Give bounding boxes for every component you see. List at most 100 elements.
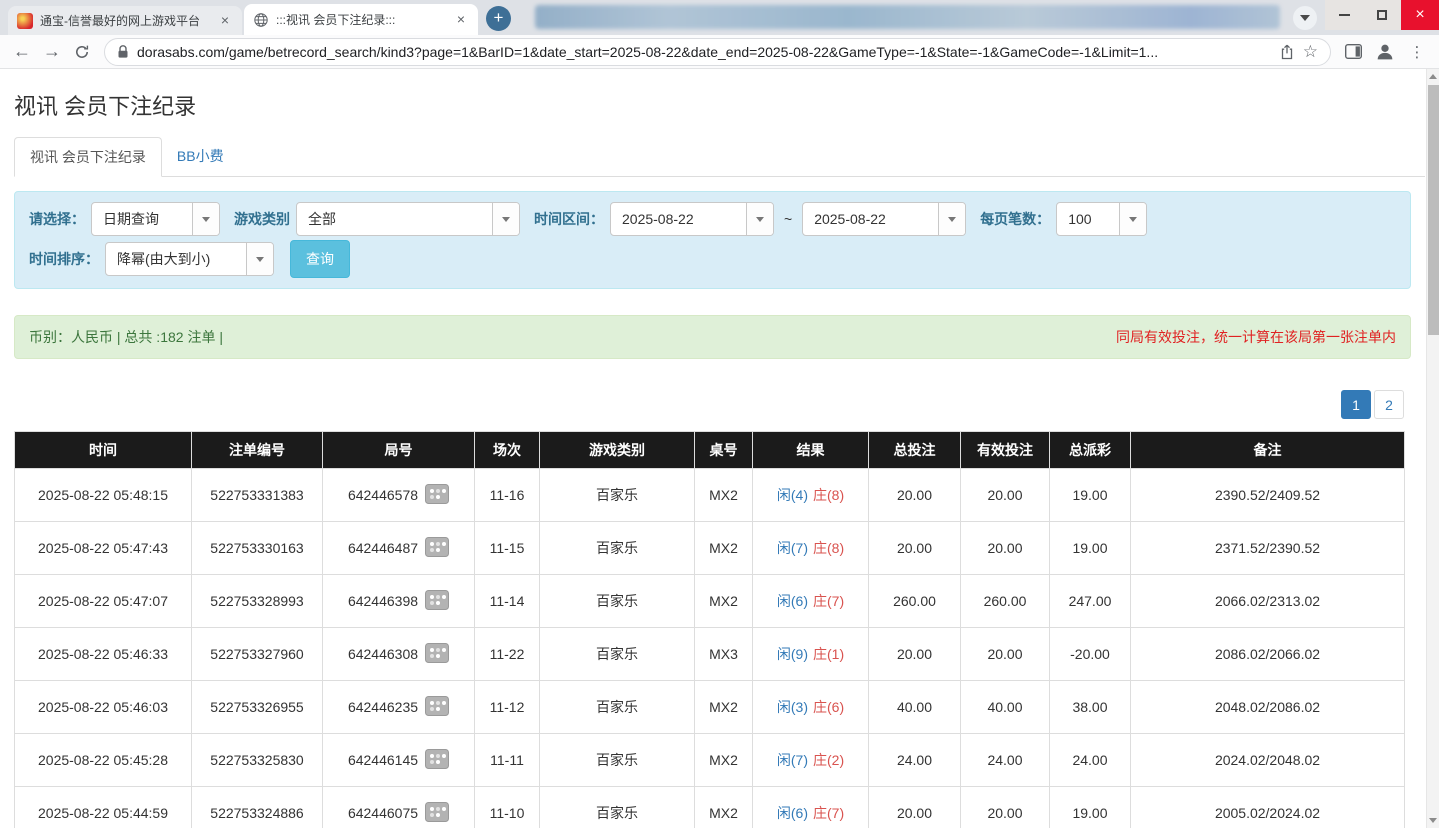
cell-table-no: MX3 — [695, 628, 753, 681]
pagination: 1 2 — [14, 390, 1404, 419]
cell-time: 2025-08-22 05:46:33 — [15, 628, 192, 681]
cell-table-no: MX2 — [695, 522, 753, 575]
browser-tab-1[interactable]: 通宝-信誉最好的网上游戏平台 × — [8, 6, 242, 35]
roadmap-icon[interactable] — [425, 749, 449, 772]
cell-bet-no: 522753327960 — [192, 628, 323, 681]
cell-table-no: MX2 — [695, 787, 753, 828]
tab-bet-records[interactable]: 视讯 会员下注纪录 — [14, 137, 162, 177]
scroll-up-arrow-icon[interactable] — [1427, 69, 1439, 84]
page-size-label: 每页笔数： — [980, 209, 1050, 229]
tab-search-chevron-button[interactable] — [1293, 6, 1317, 30]
roadmap-icon[interactable] — [425, 802, 449, 825]
header-valid-bet: 有效投注 — [961, 432, 1050, 469]
sort-order-dropdown[interactable]: 降幂(由大到小) — [105, 242, 274, 276]
roadmap-icon[interactable] — [425, 590, 449, 613]
date-end-picker[interactable]: 2025-08-22 — [802, 202, 966, 236]
page-title: 视讯 会员下注纪录 — [14, 89, 1439, 121]
roadmap-icon[interactable] — [425, 696, 449, 719]
cell-game-type: 百家乐 — [540, 681, 695, 734]
avatar-icon — [1374, 41, 1396, 63]
forward-button[interactable]: → — [38, 38, 66, 66]
roadmap-icon[interactable] — [425, 484, 449, 507]
cell-total-bet-link[interactable]: 20.00 — [869, 628, 961, 681]
date-start-picker[interactable]: 2025-08-22 — [610, 202, 774, 236]
share-icon — [1279, 44, 1295, 60]
header-payout: 总派彩 — [1050, 432, 1131, 469]
page-button-1[interactable]: 1 — [1341, 390, 1371, 419]
dropdown-toggle[interactable] — [1119, 203, 1146, 235]
cell-valid-bet: 24.00 — [961, 734, 1050, 787]
roadmap-icon[interactable] — [425, 537, 449, 560]
browser-menu-button[interactable]: ⋮ — [1403, 38, 1431, 66]
cell-result: 闲(3)庄(6) — [753, 681, 869, 734]
game-type-dropdown[interactable]: 全部 — [296, 202, 520, 236]
cell-payout: -20.00 — [1050, 628, 1131, 681]
cell-payout: 19.00 — [1050, 787, 1131, 828]
cell-valid-bet: 20.00 — [961, 469, 1050, 522]
tab-close-icon[interactable]: × — [217, 13, 233, 29]
dropdown-toggle[interactable] — [192, 203, 219, 235]
cell-session: 11-22 — [475, 628, 540, 681]
header-note: 备注 — [1131, 432, 1405, 469]
lock-icon — [117, 45, 129, 59]
chevron-down-icon — [256, 257, 264, 262]
roadmap-icon[interactable] — [425, 643, 449, 666]
cell-total-bet-link[interactable]: 20.00 — [869, 787, 961, 828]
header-bet-no: 注单编号 — [192, 432, 323, 469]
address-bar[interactable]: dorasabs.com/game/betrecord_search/kind3… — [104, 38, 1331, 66]
search-button[interactable]: 查询 — [290, 240, 350, 278]
table-row: 2025-08-22 05:46:33 522753327960 6424463… — [15, 628, 1405, 681]
cell-table-no: MX2 — [695, 575, 753, 628]
cell-session: 11-16 — [475, 469, 540, 522]
cell-round-no: 642446487 — [323, 522, 475, 575]
scrollbar-thumb[interactable] — [1428, 85, 1439, 335]
close-button[interactable]: × — [1401, 0, 1439, 30]
back-arrow-icon: ← — [13, 41, 31, 62]
same-round-notice: 同局有效投注，统一计算在该局第一张注单内 — [1116, 327, 1396, 347]
globe-icon — [253, 12, 269, 28]
cell-total-bet-link[interactable]: 260.00 — [869, 575, 961, 628]
minimize-button[interactable] — [1325, 0, 1363, 30]
tab-close-icon[interactable]: × — [453, 12, 469, 28]
back-button[interactable]: ← — [8, 38, 36, 66]
cell-total-bet-link[interactable]: 24.00 — [869, 734, 961, 787]
cell-time: 2025-08-22 05:45:28 — [15, 734, 192, 787]
cell-total-bet-link[interactable]: 40.00 — [869, 681, 961, 734]
sort-label: 时间排序： — [29, 249, 99, 269]
cell-note: 2390.52/2409.52 — [1131, 469, 1405, 522]
dropdown-toggle[interactable] — [246, 243, 273, 275]
new-tab-button[interactable]: + — [486, 6, 511, 31]
page-scrollbar[interactable] — [1426, 69, 1439, 828]
cell-result: 闲(9)庄(1) — [753, 628, 869, 681]
cell-payout: 19.00 — [1050, 469, 1131, 522]
browser-tab-2[interactable]: :::视讯 会员下注纪录::: × — [244, 4, 478, 35]
cell-result: 闲(6)庄(7) — [753, 575, 869, 628]
maximize-button[interactable] — [1363, 0, 1401, 30]
cell-valid-bet: 40.00 — [961, 681, 1050, 734]
scroll-down-arrow-icon[interactable] — [1427, 813, 1439, 828]
bookmark-star-button[interactable]: ☆ — [1303, 42, 1318, 62]
page-button-2[interactable]: 2 — [1374, 390, 1404, 419]
page-size-dropdown[interactable]: 100 — [1056, 202, 1147, 236]
reload-icon — [74, 44, 90, 60]
query-mode-dropdown[interactable]: 日期查询 — [91, 202, 220, 236]
dropdown-toggle[interactable] — [492, 203, 519, 235]
cell-note: 2086.02/2066.02 — [1131, 628, 1405, 681]
cell-session: 11-14 — [475, 575, 540, 628]
side-panel-icon — [1345, 44, 1362, 59]
dropdown-toggle[interactable] — [746, 203, 773, 235]
table-row: 2025-08-22 05:44:59 522753324886 6424460… — [15, 787, 1405, 828]
profile-avatar-button[interactable] — [1371, 38, 1399, 66]
cell-valid-bet: 20.00 — [961, 628, 1050, 681]
cell-session: 11-11 — [475, 734, 540, 787]
cell-total-bet-link[interactable]: 20.00 — [869, 469, 961, 522]
reload-button[interactable] — [68, 38, 96, 66]
tab-bb-tip[interactable]: BB小费 — [162, 137, 239, 176]
share-button[interactable] — [1279, 44, 1295, 60]
cell-game-type: 百家乐 — [540, 575, 695, 628]
cell-total-bet-link[interactable]: 20.00 — [869, 522, 961, 575]
side-panel-button[interactable] — [1339, 38, 1367, 66]
chevron-down-icon — [948, 217, 956, 222]
dropdown-toggle[interactable] — [938, 203, 965, 235]
cell-note: 2024.02/2048.02 — [1131, 734, 1405, 787]
